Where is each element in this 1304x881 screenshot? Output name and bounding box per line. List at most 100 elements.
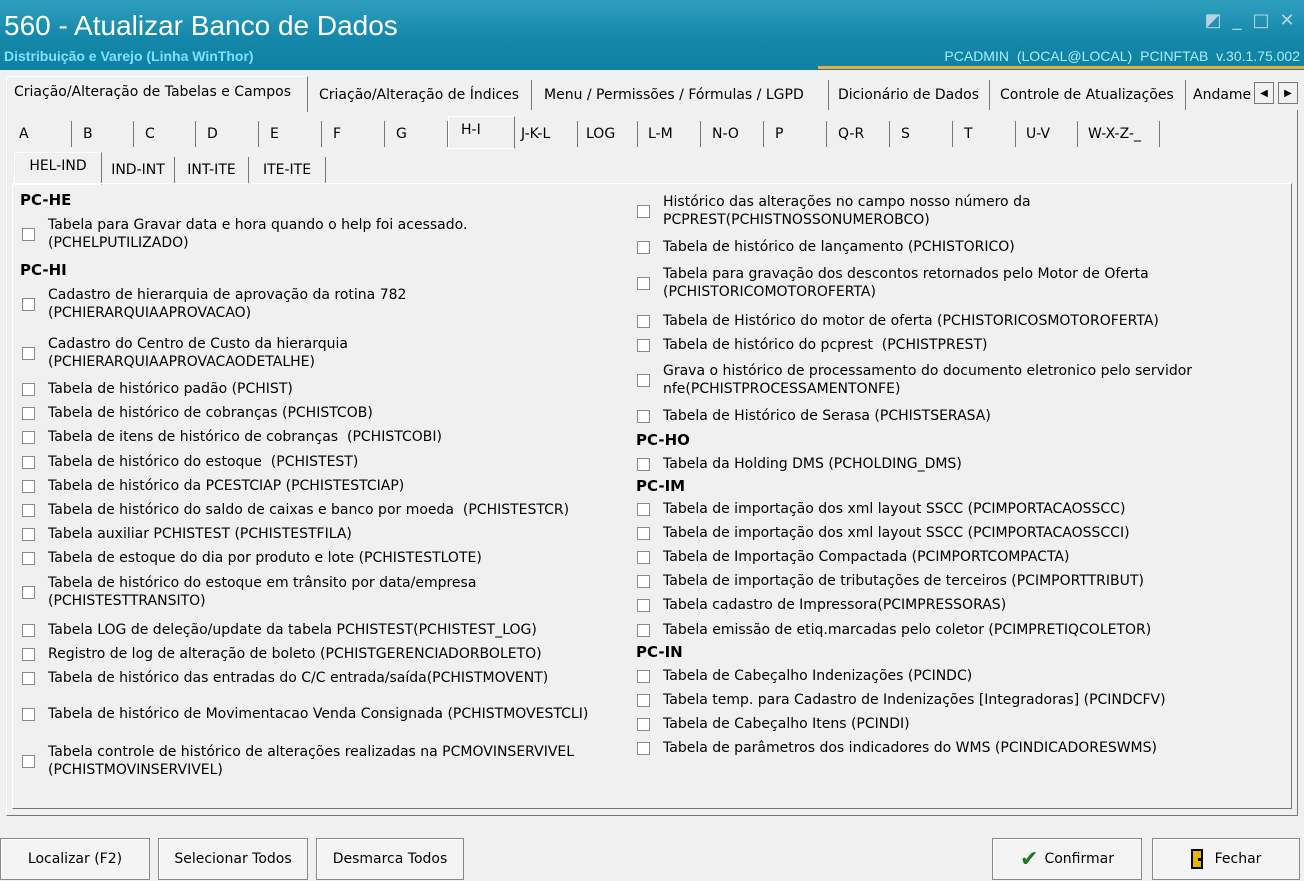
table-checkbox-item[interactable]: Tabela de importação dos xml layout SSCC… <box>637 500 1125 518</box>
checkbox[interactable] <box>637 550 650 564</box>
table-checkbox-item[interactable]: Tabela de histórico de Movimentacao Vend… <box>22 705 588 723</box>
table-checkbox-item[interactable]: Tabela de histórico de lançamento (PCHIS… <box>637 238 1015 256</box>
checkbox[interactable] <box>22 455 35 469</box>
checkbox[interactable] <box>637 693 650 707</box>
tab-andamento[interactable]: Andamento <box>1186 80 1252 110</box>
checkbox[interactable] <box>637 457 650 471</box>
tab-letter-a[interactable]: A <box>12 121 72 147</box>
checkbox[interactable] <box>637 409 650 423</box>
tab-letter-log[interactable]: LOG <box>578 121 638 147</box>
checkbox[interactable] <box>637 598 650 612</box>
tab-dicionario[interactable]: Dicionário de Dados <box>829 80 990 110</box>
checkbox[interactable] <box>22 671 35 685</box>
checkbox[interactable] <box>22 551 35 565</box>
tab-indices[interactable]: Criação/Alteração de Índices <box>313 80 532 110</box>
tab-letter-q-r[interactable]: Q-R <box>827 121 890 147</box>
checkbox[interactable] <box>22 430 35 444</box>
tab-letter-j-k-l[interactable]: J-K-L <box>515 121 578 147</box>
checkbox[interactable] <box>22 647 35 661</box>
checkbox[interactable] <box>637 276 650 290</box>
table-checkbox-item[interactable]: Tabela controle de histórico de alteraçõ… <box>22 743 574 779</box>
table-checkbox-item[interactable]: Tabela de histórico da PCESTCIAP (PCHIST… <box>22 477 404 495</box>
selecionar-todos-button[interactable]: Selecionar Todos <box>158 838 308 880</box>
tabs-scroll-left-icon[interactable]: ◀ <box>1254 82 1274 104</box>
table-checkbox-item[interactable]: Tabela de Cabeçalho Indenizações (PCINDC… <box>637 667 972 685</box>
table-checkbox-item[interactable]: Tabela temp. para Cadastro de Indenizaçõ… <box>637 691 1166 709</box>
confirmar-button[interactable]: ✔ Confirmar <box>992 838 1142 880</box>
checkbox[interactable] <box>637 240 650 254</box>
tab-letter-p[interactable]: P <box>764 121 827 147</box>
checkbox[interactable] <box>637 669 650 683</box>
table-checkbox-item[interactable]: Tabela da Holding DMS (PCHOLDING_DMS) <box>637 455 962 473</box>
tab-sub-ind-int[interactable]: IND-INT <box>102 157 175 183</box>
tab-tabelas-campos[interactable]: Criação/Alteração de Tabelas e Campos <box>6 76 308 112</box>
table-checkbox-item[interactable]: Tabela auxiliar PCHISTEST (PCHISTESTFILA… <box>22 525 352 543</box>
desmarca-todos-button[interactable]: Desmarca Todos <box>316 838 464 880</box>
checkbox[interactable] <box>22 382 35 396</box>
checkbox[interactable] <box>22 754 35 768</box>
checkbox[interactable] <box>22 406 35 420</box>
checkbox[interactable] <box>22 227 35 241</box>
tab-letter-f[interactable]: F <box>322 121 385 147</box>
fechar-button[interactable]: Fechar <box>1152 838 1300 880</box>
tab-letter-n-o[interactable]: N-O <box>701 121 764 147</box>
table-checkbox-item[interactable]: Cadastro de hierarquia de aprovação da r… <box>22 286 406 322</box>
table-checkbox-item[interactable]: Grava o histórico de processamento do do… <box>637 362 1192 398</box>
checkbox[interactable] <box>637 373 650 387</box>
table-checkbox-item[interactable]: Tabela de histórico do estoque em trânsi… <box>22 574 476 610</box>
table-checkbox-item[interactable]: Registro de log de alteração de boleto (… <box>22 645 542 663</box>
tab-sub-ite-ite[interactable]: ITE-ITE <box>249 157 326 183</box>
table-checkbox-item[interactable]: Tabela de Importação Compactada (PCIMPOR… <box>637 548 1069 566</box>
table-checkbox-item[interactable]: Tabela emissão de etiq.marcadas pelo col… <box>637 621 1151 639</box>
table-checkbox-item[interactable]: Tabela de Histórico de Serasa (PCHISTSER… <box>637 407 991 425</box>
table-checkbox-item[interactable]: Cadastro do Centro de Custo da hierarqui… <box>22 335 348 371</box>
table-checkbox-item[interactable]: Tabela de estoque do dia por produto e l… <box>22 549 482 567</box>
tab-letter-g[interactable]: G <box>385 121 448 147</box>
checkbox[interactable] <box>22 707 35 721</box>
checkbox[interactable] <box>22 297 35 311</box>
checkbox[interactable] <box>637 717 650 731</box>
table-checkbox-item[interactable]: Tabela de histórico do saldo de caixas e… <box>22 501 569 519</box>
checkbox[interactable] <box>637 741 650 755</box>
table-checkbox-item[interactable]: Tabela de histórico do pcprest (PCHISTPR… <box>637 336 987 354</box>
table-checkbox-item[interactable]: Tabela de parâmetros dos indicadores do … <box>637 739 1157 757</box>
table-checkbox-item[interactable]: Tabela de histórico das entradas do C/C … <box>22 669 548 687</box>
checkbox[interactable] <box>22 585 35 599</box>
checkbox[interactable] <box>22 503 35 517</box>
restore-icon[interactable]: ◩ <box>1202 10 1224 32</box>
table-checkbox-item[interactable]: Tabela de Cabeçalho Itens (PCINDI) <box>637 715 910 733</box>
tab-sub-int-ite[interactable]: INT-ITE <box>175 157 249 183</box>
tab-letter-d[interactable]: D <box>196 121 259 147</box>
tab-letter-s[interactable]: S <box>890 121 953 147</box>
table-checkbox-item[interactable]: Tabela de importação de tributações de t… <box>637 572 1144 590</box>
table-checkbox-item[interactable]: Tabela LOG de deleção/update da tabela P… <box>22 621 537 639</box>
checkbox[interactable] <box>637 574 650 588</box>
table-checkbox-item[interactable]: Tabela de histórico do estoque (PCHISTES… <box>22 453 358 471</box>
table-checkbox-item[interactable]: Tabela de importação dos xml layout SSCC… <box>637 524 1130 542</box>
checkbox[interactable] <box>22 346 35 360</box>
checkbox[interactable] <box>637 526 650 540</box>
table-checkbox-item[interactable]: Tabela para gravação dos descontos retor… <box>637 265 1149 301</box>
close-icon[interactable]: ✕ <box>1276 10 1298 32</box>
table-checkbox-item[interactable]: Tabela de histórico de cobranças (PCHIST… <box>22 404 373 422</box>
tab-letter-b[interactable]: B <box>72 121 134 147</box>
tab-letter-l-m[interactable]: L-M <box>638 121 701 147</box>
tab-letter-w-x-z[interactable]: W-X-Z-_ <box>1078 121 1160 147</box>
table-checkbox-item[interactable]: Tabela de itens de histórico de cobrança… <box>22 428 442 446</box>
tab-controle-atualizacoes[interactable]: Controle de Atualizações <box>990 80 1186 110</box>
table-checkbox-item[interactable]: Tabela de histórico padão (PCHIST) <box>22 380 293 398</box>
tab-letter-e[interactable]: E <box>259 121 322 147</box>
checkbox[interactable] <box>637 204 650 218</box>
tab-sub-hel-ind[interactable]: HEL-IND <box>14 152 102 185</box>
tab-letter-u-v[interactable]: U-V <box>1016 121 1078 147</box>
checkbox[interactable] <box>637 314 650 328</box>
checkbox[interactable] <box>22 479 35 493</box>
table-checkbox-item[interactable]: Tabela para Gravar data e hora quando o … <box>22 216 467 252</box>
tab-letter-t[interactable]: T <box>953 121 1016 147</box>
checkbox[interactable] <box>22 527 35 541</box>
table-checkbox-item[interactable]: Tabela cadastro de Impressora(PCIMPRESSO… <box>637 596 1006 614</box>
minimize-icon[interactable]: _ <box>1226 10 1248 32</box>
table-checkbox-item[interactable]: Tabela de Histórico do motor de oferta (… <box>637 312 1159 330</box>
checkbox[interactable] <box>637 502 650 516</box>
checkbox[interactable] <box>637 338 650 352</box>
